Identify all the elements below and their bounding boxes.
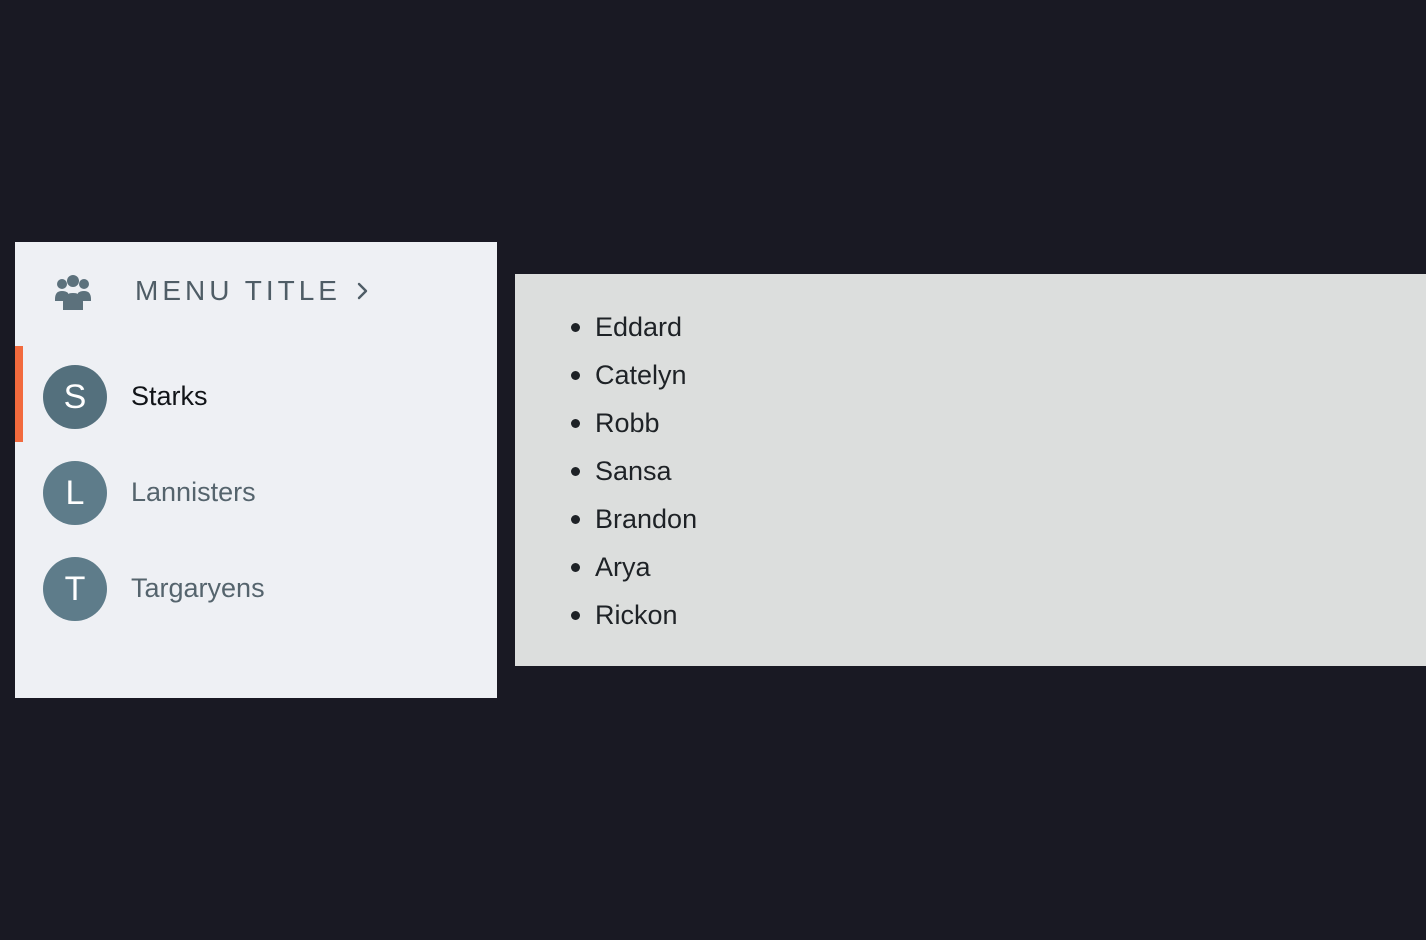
menu-item-starks[interactable]: S Starks xyxy=(15,346,497,442)
chevron-right-icon[interactable] xyxy=(353,280,373,302)
side-menu: MENU TITLE S Starks L Lannisters T Targa… xyxy=(15,242,497,698)
list-item-text: Robb xyxy=(595,408,660,438)
bullet xyxy=(571,323,580,332)
list-item: Catelyn xyxy=(571,358,697,406)
bullet xyxy=(571,467,580,476)
list-item-text: Sansa xyxy=(595,456,672,486)
list-item: Rickon xyxy=(571,598,697,646)
avatar: S xyxy=(43,365,107,429)
avatar: L xyxy=(43,461,107,525)
content-panel: Eddard Catelyn Robb Sansa Brandon Arya R… xyxy=(515,274,1426,666)
list-item: Sansa xyxy=(571,454,697,502)
list-item: Brandon xyxy=(571,502,698,550)
list-item-text: Rickon xyxy=(595,600,678,630)
bullet xyxy=(571,371,580,380)
active-indicator xyxy=(15,346,23,442)
users-group-icon xyxy=(52,272,94,314)
list-item-text: Eddard xyxy=(595,312,683,342)
bullet xyxy=(571,515,580,524)
bullet xyxy=(571,611,580,620)
list-item-text: Arya xyxy=(595,552,651,582)
list-item: Robb xyxy=(571,406,697,454)
bullet xyxy=(571,419,580,428)
menu-item-lannisters[interactable]: L Lannisters xyxy=(15,442,497,538)
menu-header[interactable]: MENU TITLE xyxy=(15,242,497,346)
menu-title: MENU TITLE xyxy=(135,275,341,306)
list-item-text: Catelyn xyxy=(595,360,687,390)
menu-item-label: Starks xyxy=(131,381,208,411)
list-item-text: Brandon xyxy=(595,504,698,534)
menu-item-label: Lannisters xyxy=(131,477,256,507)
list-item: Eddard xyxy=(571,310,697,358)
avatar: T xyxy=(43,557,107,621)
name-list: Eddard Catelyn Robb Sansa Brandon Arya R… xyxy=(571,310,698,646)
menu-item-label: Targaryens xyxy=(131,573,265,603)
list-item: Arya xyxy=(571,550,697,598)
bullet xyxy=(571,563,580,572)
menu-item-targaryens[interactable]: T Targaryens xyxy=(15,538,497,634)
